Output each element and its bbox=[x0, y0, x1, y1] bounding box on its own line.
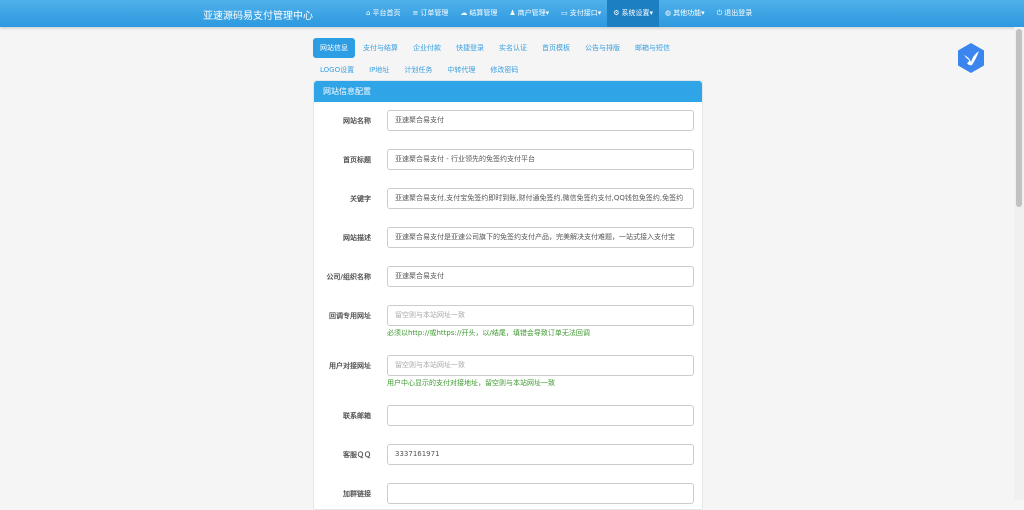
nav-label: 结算管理 bbox=[469, 9, 498, 17]
nav-icon: ☁ bbox=[460, 9, 468, 17]
nav-icon: ▭ bbox=[561, 9, 568, 17]
field-label: 公司/组织名称 bbox=[326, 273, 371, 281]
tab-7[interactable]: 邮箱与短信 bbox=[628, 38, 677, 58]
scrollbar[interactable] bbox=[1014, 27, 1024, 500]
settings-tabs: 网站信息 支付与结算 企业付款 快捷登录 实名认证 首页模板 公告与排版 邮箱与短信 LOGO设… bbox=[313, 38, 703, 82]
tab-3[interactable]: 快捷登录 bbox=[449, 38, 491, 58]
nav-label: 支付接口▾ bbox=[569, 9, 602, 17]
brand-title[interactable]: 亚速源码易支付管理中心 bbox=[203, 7, 313, 22]
field-input[interactable]: 亚速聚合易支付 - 行业领先的免签约支付平台 bbox=[387, 149, 694, 170]
nav-item-7[interactable]: ⏻ 退出登录 bbox=[711, 0, 759, 27]
field-input[interactable] bbox=[387, 405, 694, 426]
nav-label: 商户管理▾ bbox=[517, 9, 550, 17]
nav-item-4[interactable]: ▭ 支付接口▾ bbox=[555, 0, 607, 27]
tab-0[interactable]: 网站信息 bbox=[313, 38, 355, 58]
tab-6[interactable]: 公告与排版 bbox=[578, 38, 627, 58]
nav-item-3[interactable]: ♟ 商户管理▾ bbox=[503, 0, 555, 27]
site-info-panel: 网站信息配置 网站名称 亚速聚合易支付 首页标题 亚速聚合易支付 - 行业领先的免签约… bbox=[313, 80, 703, 510]
nav-label: 系统设置▾ bbox=[621, 9, 654, 17]
field-label: 加群链接 bbox=[343, 490, 371, 498]
nav-icon: ⌂ bbox=[366, 9, 371, 17]
field-input[interactable]: 留空则与本站网址一致 bbox=[387, 355, 694, 376]
field-input[interactable]: 3337161971 bbox=[387, 444, 694, 465]
tab-9[interactable]: IP地址 bbox=[362, 60, 396, 80]
nav-label: 其他功能▾ bbox=[673, 9, 705, 17]
tab-12[interactable]: 修改密码 bbox=[483, 60, 525, 80]
tab-10[interactable]: 计划任务 bbox=[397, 60, 439, 80]
nav-item-6[interactable]: ◍ 其他功能▾ bbox=[659, 0, 711, 27]
nav-icon: ♟ bbox=[509, 9, 516, 17]
tab-11[interactable]: 中转代理 bbox=[440, 60, 482, 80]
nav-label: 退出登录 bbox=[724, 9, 753, 17]
nav-label: 平台首页 bbox=[372, 9, 401, 17]
field-label: 联系邮箱 bbox=[343, 412, 371, 420]
nav-item-5[interactable]: ⚙ 系统设置▾ bbox=[607, 0, 660, 27]
field-label: 首页标题 bbox=[343, 156, 371, 164]
field-label: 用户对接网址 bbox=[329, 362, 371, 370]
nav-icon: ⚙ bbox=[613, 9, 620, 17]
nav-icon: ◍ bbox=[665, 9, 672, 17]
nav-item-1[interactable]: ≡ 订单管理 bbox=[406, 0, 454, 27]
tab-8[interactable]: LOGO设置 bbox=[313, 60, 361, 80]
field-input[interactable]: 留空则与本站网址一致 bbox=[387, 305, 694, 326]
field-label: 客服ＱＱ bbox=[343, 451, 371, 459]
nav-icon: ⏻ bbox=[716, 9, 723, 17]
nav-label: 订单管理 bbox=[420, 9, 449, 17]
field-input[interactable]: 亚速聚合易支付,支付宝免签约即时到账,财付通免签约,微信免签约支付,QQ钱包免签… bbox=[387, 188, 694, 209]
nav-menu: ⌂ 平台首页 ≡ 订单管理 ☁ 结算管理 ♟ 商户管理▾ ▭ 支付接口▾ ⚙ 系统设置▾ ◍ 其他功能▾ ⏻… bbox=[360, 0, 758, 27]
field-label: 网站名称 bbox=[343, 117, 371, 125]
nav-item-0[interactable]: ⌂ 平台首页 bbox=[360, 0, 406, 27]
field-input[interactable] bbox=[387, 483, 694, 504]
field-label: 网站描述 bbox=[343, 234, 371, 242]
field-input[interactable]: 亚速聚合易支付是亚速公司旗下的免签约支付产品，完美解决支付难题，一站式接入支付宝 bbox=[387, 227, 694, 248]
bird-logo-icon[interactable] bbox=[957, 43, 985, 73]
top-navbar: 亚速源码易支付管理中心 ⌂ 平台首页 ≡ 订单管理 ☁ 结算管理 ♟ 商户管理▾ ▭ 支付接口▾ ⚙… bbox=[0, 0, 1024, 27]
field-input[interactable]: 亚速聚合易支付 bbox=[387, 110, 694, 131]
tab-4[interactable]: 实名认证 bbox=[492, 38, 534, 58]
tab-5[interactable]: 首页模板 bbox=[535, 38, 577, 58]
field-hint: 必须以http://或https://开头，以/结尾，填错会导致订单无法回调 bbox=[387, 329, 590, 337]
nav-icon: ≡ bbox=[412, 9, 419, 17]
field-label: 回调专用网址 bbox=[329, 312, 371, 320]
panel-title: 网站信息配置 bbox=[314, 81, 702, 102]
scrollbar-thumb[interactable] bbox=[1016, 29, 1022, 207]
field-hint: 用户中心显示的支付对接地址，留空则与本站网址一致 bbox=[387, 379, 555, 387]
field-input[interactable]: 亚速聚合易支付 bbox=[387, 266, 694, 287]
nav-item-2[interactable]: ☁ 结算管理 bbox=[454, 0, 503, 27]
tab-1[interactable]: 支付与结算 bbox=[356, 38, 405, 58]
field-label: 关键字 bbox=[350, 195, 371, 203]
tab-2[interactable]: 企业付款 bbox=[406, 38, 448, 58]
